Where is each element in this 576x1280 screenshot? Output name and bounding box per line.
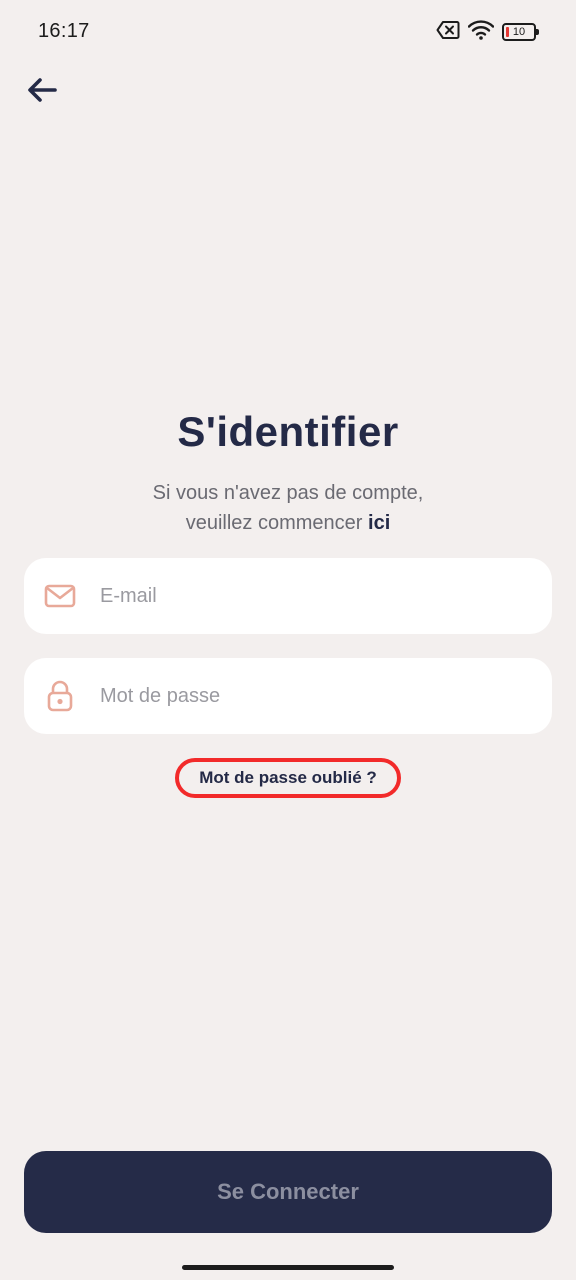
mail-icon bbox=[42, 578, 78, 614]
battery-low-indicator bbox=[506, 27, 509, 37]
arrow-left-icon bbox=[28, 78, 57, 102]
subtitle-line-1: Si vous n'avez pas de compte, bbox=[152, 482, 424, 504]
no-sim-icon bbox=[436, 20, 460, 45]
forgot-password-link[interactable]: Mot de passe oublié ? bbox=[199, 768, 377, 788]
home-indicator[interactable] bbox=[182, 1265, 394, 1270]
signup-link[interactable]: ici bbox=[368, 512, 390, 534]
subtitle-prefix: veuillez commencer bbox=[185, 512, 369, 534]
email-field[interactable] bbox=[24, 558, 552, 634]
login-screen: 16:17 10 S'identifier Si vous n'avez pas… bbox=[0, 0, 576, 1280]
status-icons: 10 bbox=[436, 19, 539, 45]
battery-level: 10 bbox=[512, 25, 526, 38]
email-input[interactable] bbox=[100, 576, 520, 616]
wifi-icon bbox=[467, 19, 495, 45]
status-time: 16:17 bbox=[38, 20, 90, 42]
login-button[interactable]: Se Connecter bbox=[24, 1151, 552, 1233]
password-field[interactable] bbox=[24, 658, 552, 734]
signup-prompt: Si vous n'avez pas de compte, veuillez c… bbox=[0, 478, 576, 538]
forgot-password-highlight: Mot de passe oublié ? bbox=[175, 758, 401, 798]
subtitle-line-2: veuillez commencer ici bbox=[0, 508, 576, 538]
battery-icon: 10 bbox=[502, 23, 539, 41]
status-bar: 16:17 10 bbox=[0, 0, 576, 64]
lock-icon bbox=[42, 678, 78, 714]
back-button[interactable] bbox=[22, 70, 62, 110]
password-input[interactable] bbox=[100, 676, 520, 716]
page-title: S'identifier bbox=[177, 408, 399, 455]
